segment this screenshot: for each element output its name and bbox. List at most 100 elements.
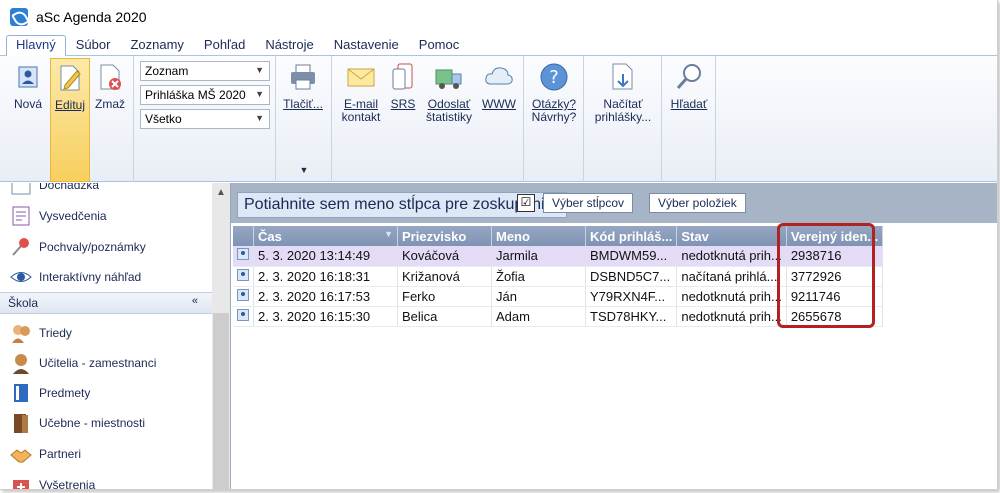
sidebar-item-subjects[interactable]: Predmety	[10, 379, 90, 407]
ribbon-group-search: Hľadať	[662, 56, 716, 182]
edit-document-icon	[55, 63, 85, 93]
print-button[interactable]: Tlačiť...	[280, 62, 326, 111]
collapse-chevron-icon[interactable]: «	[192, 295, 198, 307]
row-icon	[233, 266, 254, 287]
search-button[interactable]: Hľadať	[668, 62, 710, 111]
tab-pohlad[interactable]: Pohľad	[194, 37, 255, 55]
cell-surname: Ferko	[397, 286, 492, 307]
door-icon	[10, 412, 32, 434]
column-header-time[interactable]: Čas ▼	[253, 226, 398, 246]
cell-time: 2. 3. 2020 16:17:53	[253, 286, 398, 307]
select-items-button[interactable]: Výber položiek	[649, 193, 746, 213]
load-applications-button[interactable]: Načítať prihlášky...	[590, 62, 656, 124]
tab-nastroje[interactable]: Nástroje	[255, 37, 323, 55]
tab-subor[interactable]: Súbor	[66, 37, 121, 55]
tab-pomoc[interactable]: Pomoc	[409, 37, 469, 55]
cloud-icon	[484, 62, 514, 92]
edit-button[interactable]: Edituj	[50, 58, 90, 182]
tab-zoznamy[interactable]: Zoznamy	[120, 37, 193, 55]
table-row[interactable]: 2. 3. 2020 16:17:53 Ferko Ján Y79RXN4F..…	[233, 286, 884, 307]
cell-status: načítaná prihlá...	[676, 266, 787, 287]
sidebar-item-attendance[interactable]: Dochádzka	[10, 183, 99, 199]
sidebar-item-interactive-preview[interactable]: Interaktívny náhľad	[10, 263, 141, 291]
handshake-icon	[10, 443, 32, 465]
app-window: aSc Agenda 2020 Hlavný Súbor Zoznamy Poh…	[0, 0, 998, 490]
window-title: aSc Agenda 2020	[36, 9, 147, 25]
ribbon-group-communication: E-mail kontakt SRS Odoslať štatistiky WW…	[332, 56, 524, 182]
www-button[interactable]: WWW	[480, 62, 518, 111]
main-panel: Potiahnite sem meno stĺpca pre zoskupeni…	[230, 183, 997, 489]
menu-bar: Hlavný Súbor Zoznamy Pohľad Nástroje Nas…	[0, 34, 997, 56]
calendar-icon	[10, 183, 32, 196]
delete-button[interactable]: Zmaž	[92, 62, 128, 111]
printer-icon	[288, 62, 318, 92]
filter-select[interactable]: Všetko ▼	[140, 109, 270, 129]
column-header-public-id[interactable]: Verejný iden...	[786, 226, 884, 246]
table-row[interactable]: 2. 3. 2020 16:15:30 Belica Adam TSD78HKY…	[233, 306, 884, 327]
table-row[interactable]: 2. 3. 2020 16:18:31 Križanová Žofia DSBN…	[233, 266, 884, 287]
sidebar-section-school[interactable]: Škola «	[0, 292, 212, 314]
teacher-icon	[10, 352, 32, 374]
cell-surname: Belica	[397, 306, 492, 327]
cell-code: BMDWM59...	[585, 246, 678, 267]
sidebar-item-classes[interactable]: Triedy	[10, 319, 72, 347]
ribbon: Nová Edituj Zmaž Zoznam ▼ Prihláška MŠ 20…	[0, 56, 997, 182]
sidebar-item-classrooms[interactable]: Učebne - miestnosti	[10, 409, 145, 437]
tab-hlavny[interactable]: Hlavný	[6, 35, 66, 56]
scroll-thumb[interactable]	[213, 313, 229, 489]
delete-document-icon	[95, 62, 125, 92]
pin-icon	[10, 236, 32, 258]
ribbon-group-load: Načítať prihlášky...	[584, 56, 662, 182]
form-type-select[interactable]: Prihláška MŠ 2020 ▼	[140, 85, 270, 105]
email-contact-button[interactable]: E-mail kontakt	[338, 62, 384, 124]
book-icon	[10, 382, 32, 404]
ribbon-group-record: Nová Edituj Zmaž	[0, 56, 134, 182]
select-columns-button[interactable]: Výber stĺpcov	[543, 193, 634, 213]
srs-button[interactable]: SRS	[386, 62, 420, 111]
ribbon-group-filters: Zoznam ▼ Prihláška MŠ 2020 ▼ Všetko ▼	[134, 56, 276, 182]
cell-surname: Kováčová	[397, 246, 492, 267]
cell-surname: Križanová	[397, 266, 492, 287]
table-row[interactable]: 5. 3. 2020 13:14:49 Kováčová Jarmila BMD…	[233, 246, 884, 267]
row-icon	[233, 286, 254, 307]
medical-icon	[10, 474, 32, 489]
person-icon	[237, 248, 249, 261]
sidebar-item-praise-notes[interactable]: Pochvaly/poznámky	[10, 233, 146, 261]
cell-public-id: 2655678	[786, 306, 884, 327]
cell-status: nedotknutá prih...	[676, 286, 787, 307]
new-user-icon	[13, 62, 43, 92]
row-icon	[233, 246, 254, 267]
import-document-icon	[608, 62, 638, 92]
truck-icon	[434, 62, 464, 92]
person-icon	[237, 308, 249, 321]
sidebar-item-examinations[interactable]: Vyšetrenia	[10, 471, 95, 489]
table-header-row: Čas ▼ Priezvisko Meno Kód prihláš... Stav…	[233, 226, 884, 246]
help-button[interactable]: ? Otázky? Návrhy?	[530, 62, 578, 124]
scroll-up-icon[interactable]: ▲	[216, 187, 226, 198]
column-header-icon	[233, 226, 254, 246]
print-options-chevron[interactable]: ▼	[296, 164, 312, 177]
sidebar-item-teachers[interactable]: Učitelia - zamestnanci	[10, 349, 156, 377]
column-header-status[interactable]: Stav	[676, 226, 787, 246]
applications-table: Čas ▼ Priezvisko Meno Kód prihláš... Stav…	[233, 226, 884, 327]
cell-status: nedotknutá prih...	[676, 306, 787, 327]
chevron-down-icon: ▼	[255, 113, 264, 123]
sort-icon[interactable]: ▼	[384, 229, 393, 239]
mobile-device-icon	[388, 62, 418, 92]
tab-nastavenie[interactable]: Nastavenie	[324, 37, 409, 55]
sidebar-item-partners[interactable]: Partneri	[10, 440, 81, 468]
students-icon	[10, 322, 32, 344]
new-button[interactable]: Nová	[10, 62, 46, 111]
sidebar-item-report-cards[interactable]: Vysvedčenia	[10, 202, 107, 230]
sidebar-scrollbar[interactable]: ▲	[212, 183, 230, 489]
cell-public-id: 3772926	[786, 266, 884, 287]
column-header-name[interactable]: Meno	[491, 226, 586, 246]
column-header-surname[interactable]: Priezvisko	[397, 226, 492, 246]
list-type-select[interactable]: Zoznam ▼	[140, 61, 270, 81]
group-checkbox[interactable]: ☑	[517, 194, 535, 212]
person-icon	[237, 268, 249, 281]
column-header-code[interactable]: Kód prihláš...	[585, 226, 678, 246]
sidebar: Dochádzka Vysvedčenia Pochvaly/poznámky …	[0, 183, 212, 489]
cell-code: Y79RXN4F...	[585, 286, 678, 307]
send-stats-button[interactable]: Odoslať štatistiky	[420, 62, 478, 124]
